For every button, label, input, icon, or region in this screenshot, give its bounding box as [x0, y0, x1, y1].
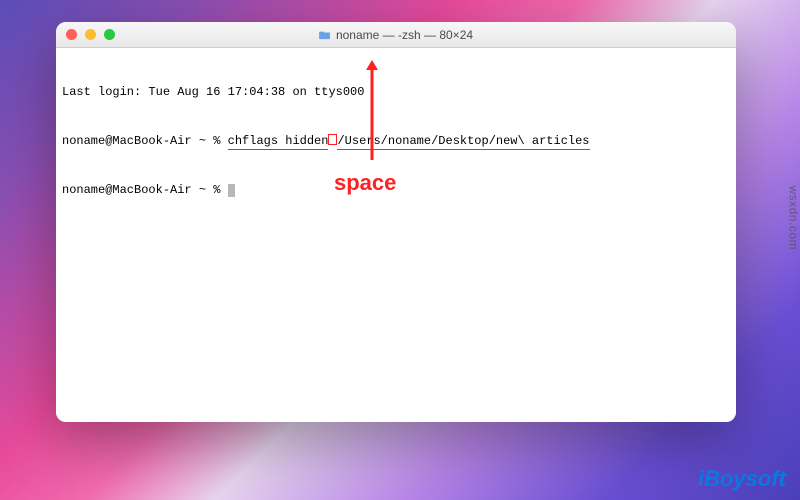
terminal-window: noname — -zsh — 80×24 Last login: Tue Au…: [56, 22, 736, 422]
prompt-text: noname@MacBook-Air ~ %: [62, 134, 228, 148]
window-title-text: noname — -zsh — 80×24: [336, 28, 473, 42]
folder-icon: [319, 30, 331, 40]
terminal-command-line: noname@MacBook-Air ~ % chflags hidden/Us…: [62, 133, 730, 149]
traffic-lights: [56, 29, 115, 40]
minimize-icon[interactable]: [85, 29, 96, 40]
highlighted-space: [328, 134, 337, 145]
cmd-part2: /Users/noname/Desktop/new\ articles: [337, 134, 589, 150]
cursor-icon: [228, 184, 235, 197]
terminal-body[interactable]: Last login: Tue Aug 16 17:04:38 on ttys0…: [56, 48, 736, 422]
close-icon[interactable]: [66, 29, 77, 40]
watermark: wsxdn.com: [787, 185, 800, 250]
terminal-login-line: Last login: Tue Aug 16 17:04:38 on ttys0…: [62, 84, 730, 100]
prompt-text-2: noname@MacBook-Air ~ %: [62, 183, 228, 197]
brand-name: Boysoft: [704, 466, 786, 491]
title-bar[interactable]: noname — -zsh — 80×24: [56, 22, 736, 48]
cmd-part1: chflags hidden: [228, 134, 329, 150]
terminal-prompt-line: noname@MacBook-Air ~ %: [62, 182, 730, 198]
window-title: noname — -zsh — 80×24: [319, 28, 473, 42]
brand-logo: iBoysoft: [698, 466, 786, 492]
arrow-annotation: [352, 58, 392, 168]
maximize-icon[interactable]: [104, 29, 115, 40]
